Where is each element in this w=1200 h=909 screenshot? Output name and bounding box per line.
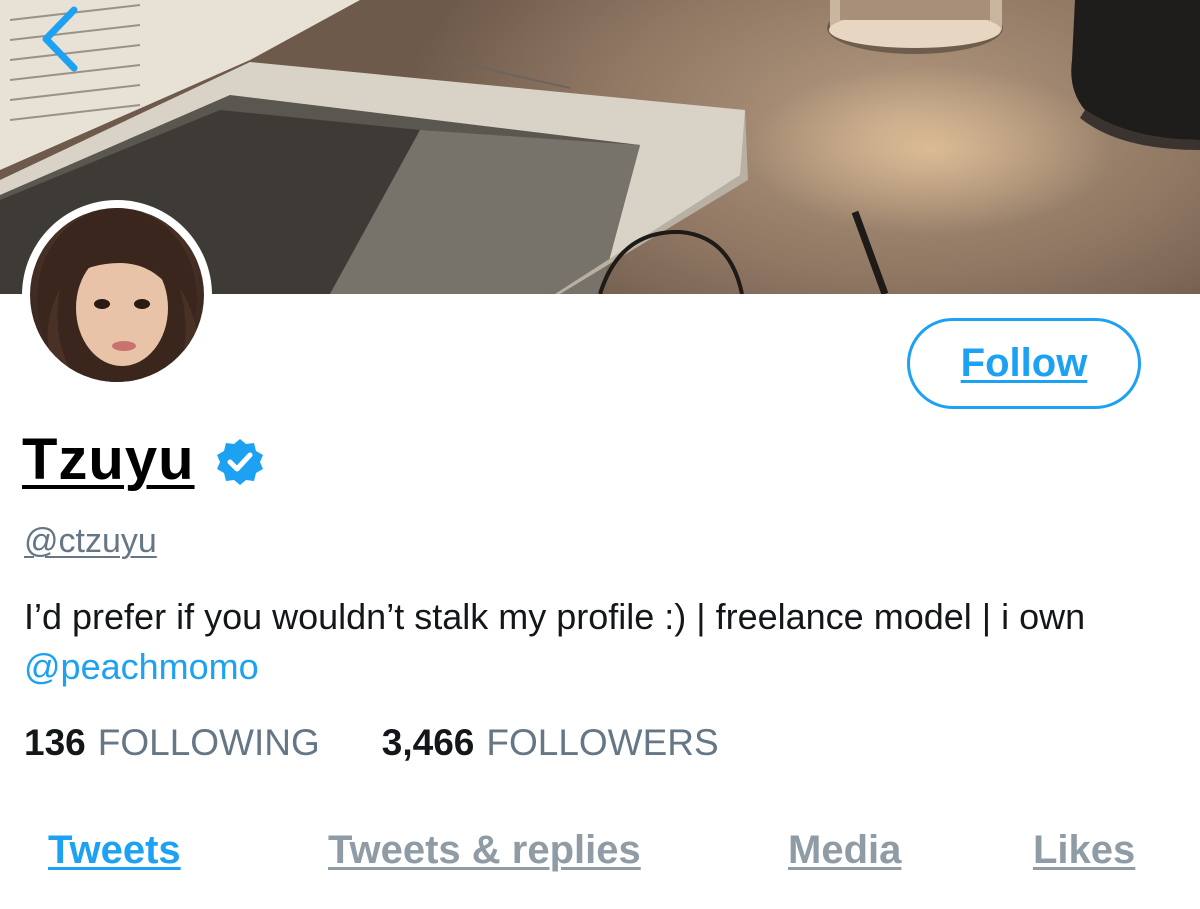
avatar[interactable] (22, 200, 212, 390)
tab-likes[interactable]: Likes (1033, 828, 1135, 873)
user-handle[interactable]: @ctzuyu (24, 522, 157, 561)
profile-stats: 136 FOLLOWING 3,466 FOLLOWERS (24, 722, 719, 764)
following-label: FOLLOWING (97, 722, 320, 763)
display-name-row: Tzuyu (22, 426, 265, 493)
followers-count: 3,466 (381, 722, 475, 763)
tab-tweets[interactable]: Tweets (48, 828, 181, 873)
tab-tweets-and-replies[interactable]: Tweets & replies (328, 828, 641, 873)
followers-label: FOLLOWERS (486, 722, 719, 763)
bio-mention-link[interactable]: @peachmomo (24, 646, 259, 687)
profile-photo (30, 208, 204, 382)
following-count: 136 (24, 722, 86, 763)
profile-bio: I’d prefer if you wouldn’t stalk my prof… (24, 592, 1164, 692)
bio-text: I’d prefer if you wouldn’t stalk my prof… (24, 596, 1086, 637)
display-name[interactable]: Tzuyu (22, 426, 195, 493)
chevron-left-icon (42, 6, 78, 72)
verified-badge-icon (216, 438, 263, 485)
tab-media[interactable]: Media (788, 828, 901, 873)
follow-button[interactable]: Follow (907, 318, 1141, 409)
followers-stat[interactable]: 3,466 FOLLOWERS (382, 722, 719, 764)
follow-button-label: Follow (960, 341, 1088, 385)
back-button[interactable] (30, 4, 90, 74)
following-stat[interactable]: 136 FOLLOWING (24, 722, 320, 764)
